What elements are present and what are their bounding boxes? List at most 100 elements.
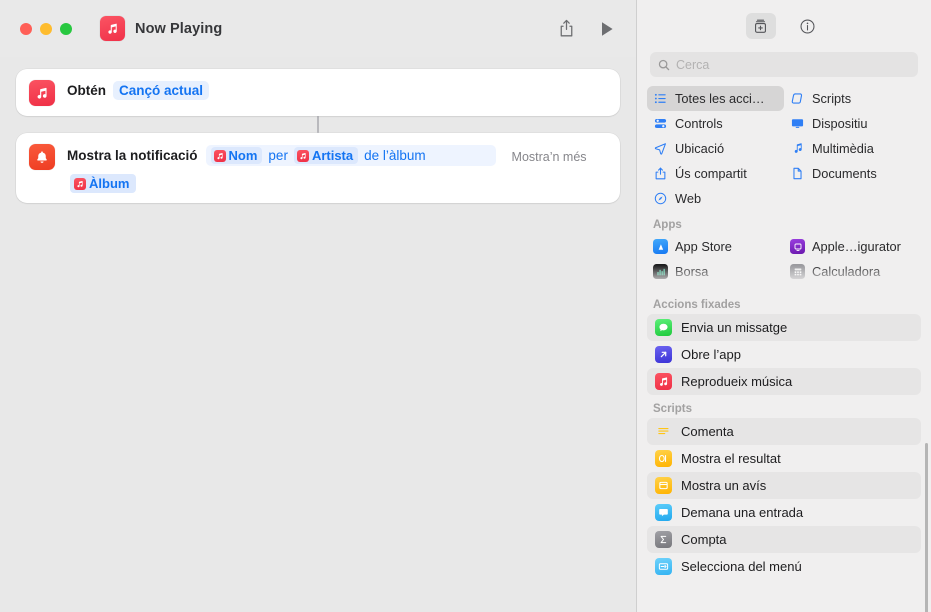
list-bullet-icon xyxy=(653,91,668,106)
calculator-icon xyxy=(790,264,805,279)
comment-lines-icon xyxy=(655,423,672,440)
list-item-label: Selecciona del menú xyxy=(681,559,802,574)
category-label: Controls xyxy=(675,116,723,131)
show-alert-icon xyxy=(655,477,672,494)
action-library-icon[interactable] xyxy=(745,13,776,39)
show-more-button[interactable]: Mostra’n més xyxy=(512,147,587,164)
zoom-button[interactable] xyxy=(60,22,72,35)
app-item-calculadora[interactable]: Calculadora xyxy=(784,259,921,284)
info-circle-icon[interactable] xyxy=(793,13,823,39)
notification-text-field-line2[interactable]: Àlbum xyxy=(70,174,607,193)
category-label: Ús compartit xyxy=(675,166,747,181)
category-label: Scripts xyxy=(812,91,852,106)
share-icon[interactable] xyxy=(559,19,574,38)
music-app-icon xyxy=(655,373,672,390)
pinned-group-heading: Accions fixades xyxy=(653,299,741,311)
stocks-icon xyxy=(653,264,668,279)
category-web[interactable]: Web xyxy=(647,186,784,211)
page-title: Now Playing xyxy=(135,20,223,37)
ask-input-icon xyxy=(655,504,672,521)
category-label: Web xyxy=(675,191,702,206)
share-icon xyxy=(653,166,668,181)
controls-icon xyxy=(653,116,668,131)
list-item-envia-un-missatge[interactable]: Envia un missatge xyxy=(647,314,921,341)
category-label: Totes les acci… xyxy=(675,91,765,106)
category-documents[interactable]: Documents xyxy=(784,161,921,186)
music-app-icon xyxy=(29,80,55,106)
location-arrow-icon xyxy=(653,141,668,156)
notification-text-field[interactable]: Nom per Artista de l’àlbum xyxy=(205,145,496,166)
action-card-show-notification[interactable]: Mostra la notificació Nom per Artista de… xyxy=(16,133,620,203)
app-label: Borsa xyxy=(675,264,709,279)
app-label: Calculadora xyxy=(812,264,881,279)
play-run-icon[interactable] xyxy=(600,21,614,37)
shortcut-document-icon xyxy=(100,16,125,41)
token-label: Artista xyxy=(311,148,354,163)
music-note-token-icon xyxy=(74,177,86,190)
category-totes-les-accions[interactable]: Totes les acci… xyxy=(647,86,784,111)
count-sigma-icon xyxy=(655,531,672,548)
field-text-per: per xyxy=(268,148,288,163)
category-ubicacio[interactable]: Ubicació xyxy=(647,136,784,161)
categories-region: Totes les acci… Scripts Controls Disposi… xyxy=(637,86,931,291)
list-item-label: Mostra el resultat xyxy=(681,451,781,466)
category-scripts[interactable]: Scripts xyxy=(784,86,921,111)
search-input[interactable] xyxy=(676,57,910,72)
category-multimedia[interactable]: Multimèdia xyxy=(784,136,921,161)
messages-icon xyxy=(655,319,672,336)
list-item-comenta[interactable]: Comenta xyxy=(647,418,921,445)
action-connector xyxy=(317,116,319,133)
variable-token-album[interactable]: Àlbum xyxy=(70,174,137,193)
app-label: App Store xyxy=(675,239,732,254)
scripts-group-heading: Scripts xyxy=(653,403,692,415)
list-item-label: Obre l’app xyxy=(681,347,741,362)
list-item-label: Compta xyxy=(681,532,727,547)
category-label: Dispositiu xyxy=(812,116,868,131)
category-controls[interactable]: Controls xyxy=(647,111,784,136)
list-item-demana-una-entrada[interactable]: Demana una entrada xyxy=(647,499,921,526)
variable-token-artista[interactable]: Artista xyxy=(293,147,359,164)
app-item-apple-configurator[interactable]: Apple…igurator xyxy=(784,234,921,259)
close-button[interactable] xyxy=(20,22,32,35)
field-text-de-lalbum: de l’àlbum xyxy=(364,148,426,163)
search-icon xyxy=(658,59,670,71)
sidebar-toolbar xyxy=(637,0,931,52)
shortcut-canvas: Obtén Cançó actual Mostra la notificació xyxy=(0,57,636,612)
list-item-mostra-un-avis[interactable]: Mostra un avís xyxy=(647,472,921,499)
action-card-get-current-song[interactable]: Obtén Cançó actual xyxy=(16,69,620,116)
list-item-label: Demana una entrada xyxy=(681,505,804,520)
app-item-borsa[interactable]: Borsa xyxy=(647,259,784,284)
variable-token-nom[interactable]: Nom xyxy=(210,147,263,164)
category-dispositiu[interactable]: Dispositiu xyxy=(784,111,921,136)
app-label: Apple…igurator xyxy=(812,239,901,254)
category-grid: Totes les acci… Scripts Controls Disposi… xyxy=(637,86,931,211)
actions-library-sidebar: Totes les acci… Scripts xyxy=(636,0,931,612)
list-item-reprodueix-musica[interactable]: Reprodueix música xyxy=(647,368,921,395)
category-us-compartit[interactable]: Ús compartit xyxy=(647,161,784,186)
list-item-mostra-el-resultat[interactable]: Mostra el resultat xyxy=(647,445,921,472)
safari-compass-icon xyxy=(653,191,668,206)
action-parameter-current-song[interactable]: Cançó actual xyxy=(113,81,210,100)
list-item-compta[interactable]: Compta xyxy=(647,526,921,553)
list-item-selecciona-del-menu[interactable]: Selecciona del menú xyxy=(647,553,921,580)
token-label: Àlbum xyxy=(89,176,130,191)
action-label: Mostra la notificació xyxy=(67,148,198,163)
traffic-lights xyxy=(20,22,72,35)
sidebar-scrollbar[interactable] xyxy=(925,443,928,612)
sidebar-search-wrap xyxy=(637,52,931,86)
actions-list[interactable]: Accions fixades Envia un missatge Obre l… xyxy=(637,291,931,612)
shortcuts-window: Now Playing Obtén Cançó actual Mostra la… xyxy=(0,0,931,612)
list-item-obre-lapp[interactable]: Obre l’app xyxy=(647,341,921,368)
search-box[interactable] xyxy=(650,52,918,77)
app-item-app-store[interactable]: App Store xyxy=(647,234,784,259)
music-note-token-icon xyxy=(296,149,309,162)
app-store-icon xyxy=(653,239,668,254)
apps-group-heading: Apps xyxy=(653,219,682,231)
minimize-button[interactable] xyxy=(40,22,52,35)
music-note-icon xyxy=(790,141,805,156)
list-item-label: Mostra un avís xyxy=(681,478,767,493)
category-label: Ubicació xyxy=(675,141,725,156)
category-label: Multimèdia xyxy=(812,141,874,156)
action-label: Obtén xyxy=(67,83,106,98)
music-note-token-icon xyxy=(213,149,226,162)
